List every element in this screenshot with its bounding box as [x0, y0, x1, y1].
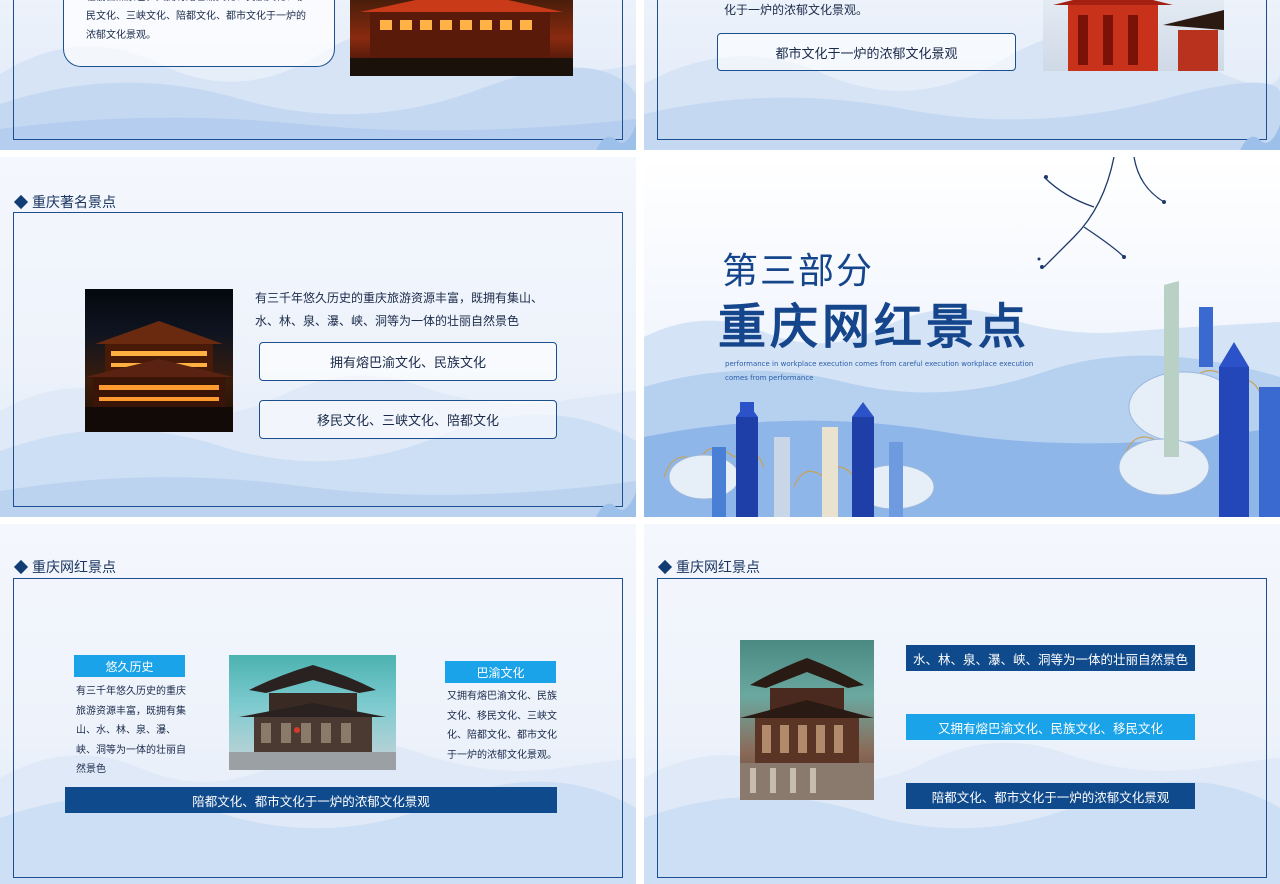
pavilion-photo — [740, 640, 874, 800]
section-title: 重庆著名景点 — [13, 192, 116, 212]
section-title-text: 重庆网红景点 — [32, 560, 116, 576]
pavilion-photo — [229, 655, 396, 770]
corner-decoration — [596, 125, 636, 150]
section-title: 重庆网红景点 — [13, 557, 116, 577]
slide-2[interactable]: 化于一炉的浓郁文化景观。 都市文化于一炉的浓郁文化景观 — [644, 0, 1280, 150]
temple-illustration — [350, 0, 573, 76]
culture-pill-1: 拥有熔巴渝文化、民族文化 — [259, 342, 557, 381]
slide-1[interactable]: 壮丽自然景色，又拥有熔巴渝文化、民族文化、移民文化、三峡文化、陪都文化、都市文化… — [0, 0, 636, 150]
section-title-text: 重庆网红景点 — [676, 560, 760, 576]
slide-4[interactable]: 第三部分 重庆网红景点 performance in workplace exe… — [644, 157, 1280, 517]
culture-pill: 都市文化于一炉的浓郁文化景观 — [717, 33, 1016, 71]
culture-pill-2: 移民文化、三峡文化、陪都文化 — [259, 400, 557, 439]
corner-decoration — [596, 492, 636, 517]
info-bar-3: 陪都文化、都市文化于一炉的浓郁文化景观 — [906, 783, 1195, 809]
english-caption: performance in workplace execution comes… — [725, 360, 1034, 382]
tag-bayu-culture: 巴渝文化 — [445, 661, 556, 683]
slide-3[interactable]: 重庆著名景点 有三千年悠久历史的重庆旅游资源丰富，既拥有集山、水、林、泉、瀑、峡… — [0, 157, 636, 517]
section-title-text: 重庆著名景点 — [32, 195, 116, 211]
text-box: 壮丽自然景色，又拥有熔巴渝文化、民族文化、移民文化、三峡文化、陪都文化、都市文化… — [63, 0, 335, 67]
summary-bar: 陪都文化、都市文化于一炉的浓郁文化景观 — [65, 787, 557, 813]
temple-night-photo — [350, 0, 573, 76]
diamond-icon — [13, 194, 29, 210]
info-bar-2: 又拥有熔巴渝文化、民族文化、移民文化 — [906, 714, 1195, 740]
pagoda-illustration — [1053, 0, 1224, 71]
history-text: 有三千年悠久历史的重庆旅游资源丰富，既拥有集山、水、林、泉、瀑、峡、洞等为一体的… — [76, 686, 186, 775]
section-title: 重庆网红景点 — [657, 557, 760, 577]
slide-5[interactable]: 重庆网红景点 悠久历史 有三千年悠久历史的重庆旅游资源丰富，既拥有集山、水、林、… — [0, 524, 636, 884]
bayu-text: 又拥有熔巴渝文化、民族文化、移民文化、三峡文化、陪都文化、都市文化于一炉的浓郁文… — [447, 691, 557, 761]
info-bar-1: 水、林、泉、瀑、峡、洞等为一体的壮丽自然景色 — [906, 645, 1195, 671]
diamond-icon — [657, 559, 673, 575]
slide-6[interactable]: 重庆网红景点 水、林、泉、瀑、峡、洞等为一体的壮丽自然景色 又拥有熔巴渝文化、民… — [644, 524, 1280, 884]
box-text: 壮丽自然景色，又拥有熔巴渝文化、民族文化、移民文化、三峡文化、陪都文化、都市文化… — [86, 0, 306, 41]
pavilion-illustration — [229, 665, 396, 770]
body-text: 化于一炉的浓郁文化景观。 — [724, 3, 869, 17]
diamond-icon — [13, 559, 29, 575]
pavilion-illustration — [740, 658, 874, 800]
temple-illustration — [85, 321, 233, 432]
intro-text: 有三千年悠久历史的重庆旅游资源丰富，既拥有集山、水、林、泉、瀑、峡、洞等为一体的… — [255, 291, 544, 328]
corner-decoration — [1240, 125, 1280, 150]
tag-history: 悠久历史 — [74, 655, 185, 677]
section-main-title: 重庆网红景点 — [718, 299, 1031, 355]
temple-night-photo — [85, 289, 233, 432]
temple-red-photo — [1043, 0, 1224, 71]
